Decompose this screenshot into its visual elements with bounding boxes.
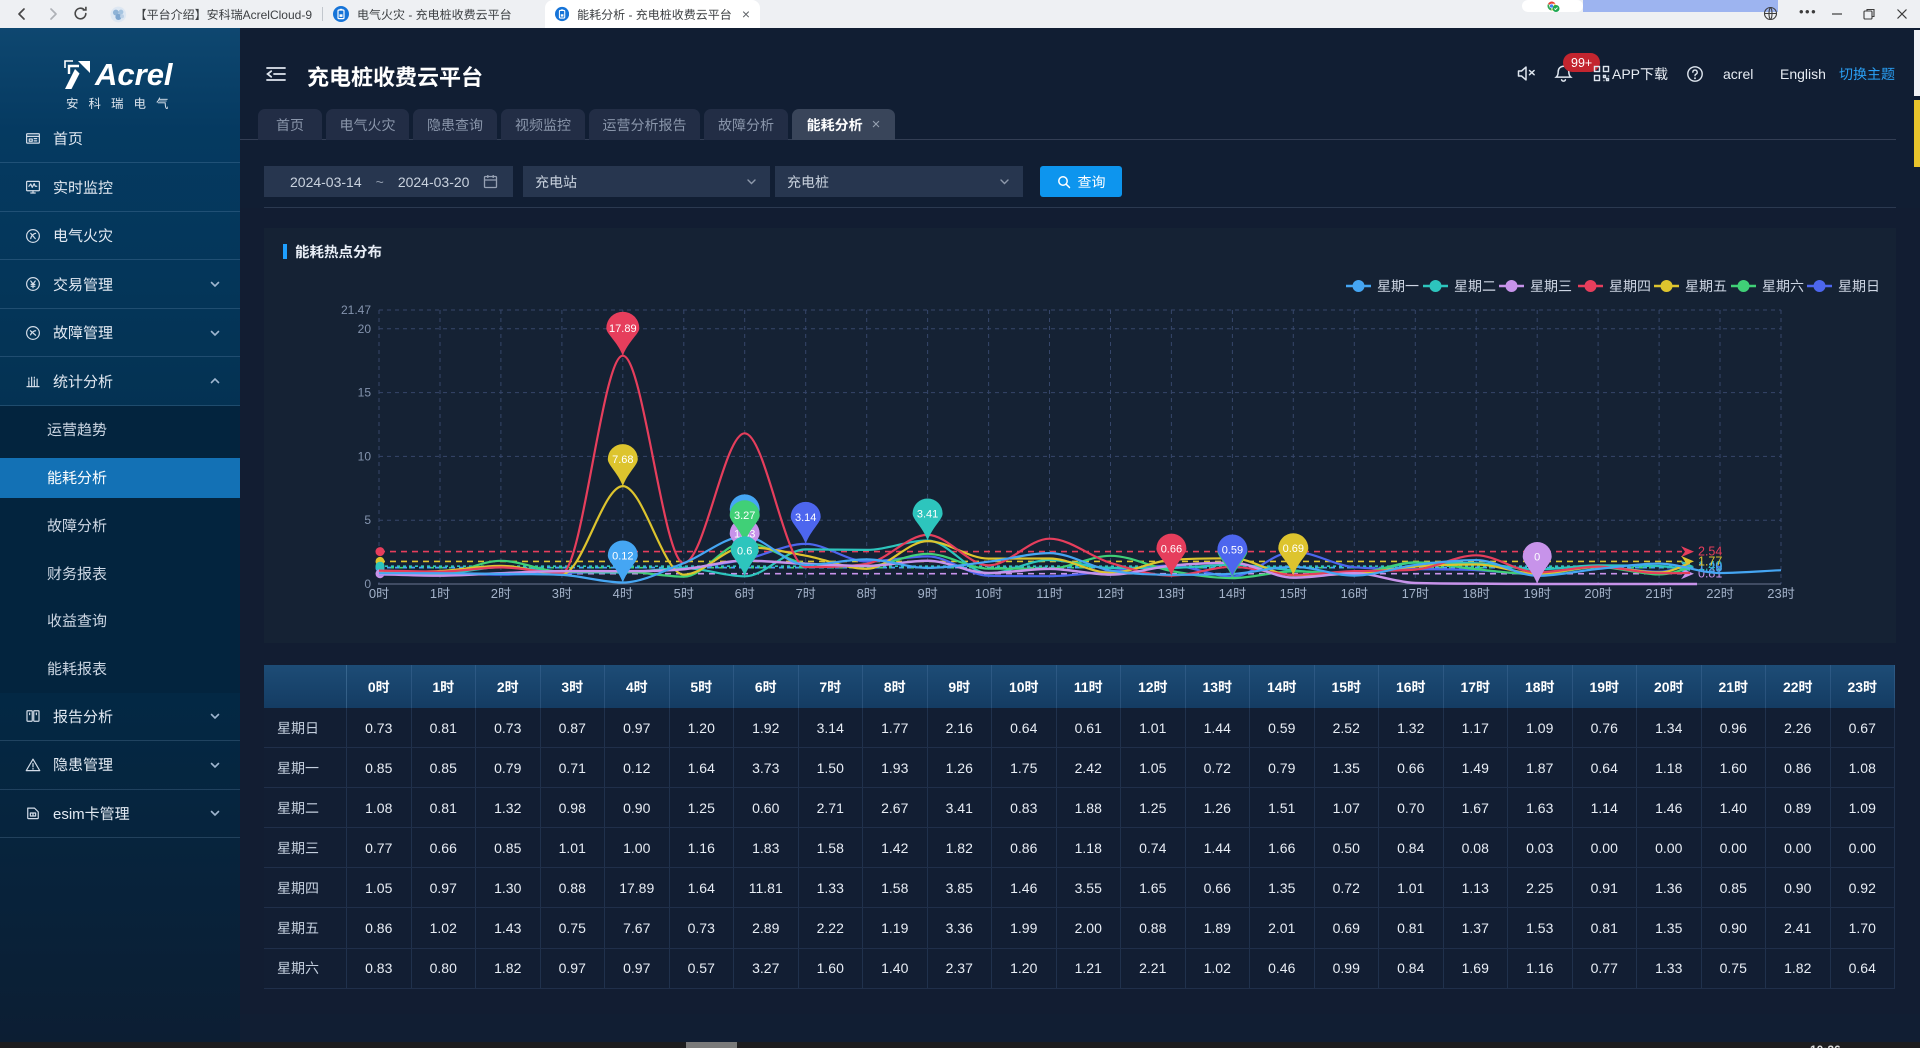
- svg-text:星期一: 星期一: [1377, 278, 1419, 294]
- svg-text:18时: 18时: [1462, 586, 1489, 601]
- svg-text:0: 0: [1534, 552, 1540, 564]
- svg-text:1.77: 1.77: [1698, 554, 1722, 568]
- svg-text:星期六: 星期六: [1762, 278, 1804, 294]
- svg-text:3时: 3时: [552, 586, 572, 601]
- svg-text:22时: 22时: [1706, 586, 1733, 601]
- svg-text:20: 20: [358, 322, 372, 336]
- svg-text:5: 5: [364, 513, 371, 527]
- svg-text:0.12: 0.12: [612, 550, 633, 562]
- svg-text:8时: 8时: [857, 586, 877, 601]
- svg-text:0.66: 0.66: [1161, 544, 1182, 556]
- svg-text:0.69: 0.69: [1283, 543, 1304, 555]
- svg-text:0时: 0时: [369, 586, 389, 601]
- svg-text:17时: 17时: [1402, 586, 1429, 601]
- svg-text:13时: 13时: [1158, 586, 1185, 601]
- svg-text:3.41: 3.41: [917, 508, 938, 520]
- svg-text:7.68: 7.68: [612, 454, 633, 466]
- svg-text:14时: 14时: [1219, 586, 1246, 601]
- svg-text:3.14: 3.14: [795, 512, 816, 524]
- svg-text:星期二: 星期二: [1454, 278, 1496, 294]
- svg-text:19时: 19时: [1523, 586, 1550, 601]
- svg-text:星期三: 星期三: [1530, 278, 1572, 294]
- svg-text:4时: 4时: [613, 586, 633, 601]
- svg-text:16时: 16时: [1341, 586, 1368, 601]
- svg-text:7时: 7时: [796, 586, 816, 601]
- svg-text:星期日: 星期日: [1838, 278, 1880, 294]
- svg-text:星期四: 星期四: [1609, 278, 1651, 294]
- svg-text:15时: 15时: [1280, 586, 1307, 601]
- svg-text:10: 10: [358, 449, 372, 463]
- svg-text:9时: 9时: [917, 586, 937, 601]
- svg-text:0.6: 0.6: [737, 545, 752, 557]
- svg-text:21时: 21时: [1645, 586, 1672, 601]
- svg-text:6时: 6时: [735, 586, 755, 601]
- svg-text:15: 15: [358, 386, 372, 400]
- svg-text:23时: 23时: [1767, 586, 1794, 601]
- svg-text:12时: 12时: [1097, 586, 1124, 601]
- svg-text:20时: 20时: [1584, 586, 1611, 601]
- svg-text:0.59: 0.59: [1222, 544, 1243, 556]
- svg-text:2时: 2时: [491, 586, 511, 601]
- svg-text:1时: 1时: [430, 586, 450, 601]
- svg-text:星期五: 星期五: [1685, 278, 1727, 294]
- svg-text:10时: 10时: [975, 586, 1002, 601]
- svg-text:11时: 11时: [1036, 586, 1063, 601]
- svg-text:17.89: 17.89: [609, 323, 637, 335]
- svg-text:21.47: 21.47: [341, 303, 371, 317]
- svg-text:3.27: 3.27: [734, 510, 755, 522]
- svg-text:5时: 5时: [674, 586, 694, 601]
